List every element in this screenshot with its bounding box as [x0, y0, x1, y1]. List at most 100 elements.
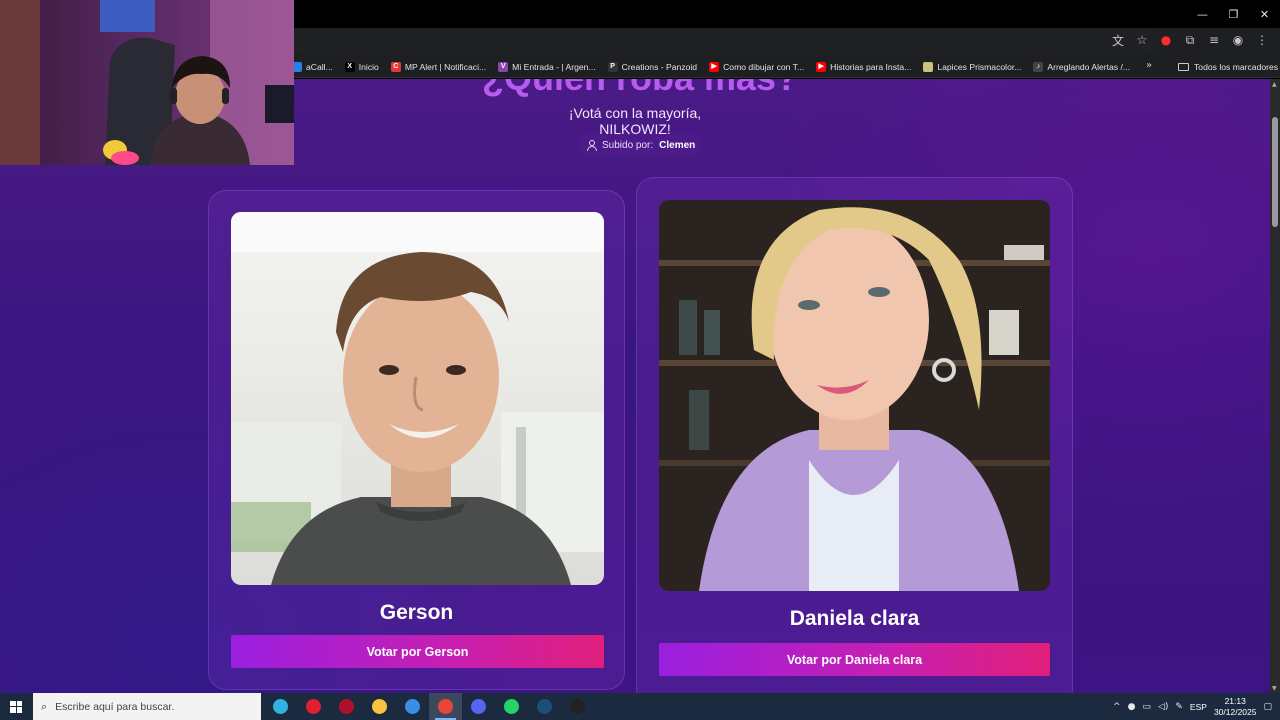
file-explorer-icon — [372, 699, 387, 714]
bookmark-star-icon[interactable]: ☆ — [1134, 32, 1150, 48]
bookmark-label: Lapices Prismacolor... — [937, 62, 1022, 72]
web-page: ¿Quién roba más? ¡Votá con la mayoría, N… — [0, 79, 1280, 693]
bookmark-item[interactable]: P Creations - Panzoid — [607, 62, 698, 72]
pen-icon[interactable]: ✎ — [1175, 702, 1183, 712]
bookmark-item[interactable]: V Mi Entrada - | Argen... — [498, 62, 596, 72]
candidate-name: Daniela clara — [789, 607, 920, 630]
opera-extension-icon[interactable]: ● — [1158, 32, 1174, 48]
scroll-up-arrow-icon[interactable]: ▲ — [1272, 81, 1277, 88]
address-bar[interactable] — [290, 30, 1160, 54]
taskbar-app-opera-gx[interactable] — [297, 693, 330, 720]
microphone-icon[interactable]: ● — [1128, 702, 1136, 712]
steam-icon — [537, 699, 552, 714]
taskbar-app-microsoft-store[interactable] — [396, 693, 429, 720]
windows-taskbar: ⌕ Escribe aquí para buscar. ^ ● ▭ ◁) ✎ E… — [0, 693, 1280, 720]
system-tray: ^ ● ▭ ◁) ✎ ESP 21:13 30/12/2025 ▢ — [1113, 693, 1280, 720]
close-button[interactable]: ✕ — [1249, 0, 1280, 28]
media-controls-icon[interactable]: ≡ — [1206, 32, 1222, 48]
taskbar-app-chrome[interactable] — [429, 693, 462, 720]
notifications-icon[interactable]: ▢ — [1263, 702, 1272, 712]
opera-icon — [339, 699, 354, 714]
edge-icon — [273, 699, 288, 714]
bookmark-item[interactable]: ▶ Como dibujar con T... — [709, 62, 804, 72]
taskbar-app-steam[interactable] — [528, 693, 561, 720]
chrome-icon — [438, 699, 453, 714]
profile-icon[interactable]: ◉ — [1230, 32, 1246, 48]
clock-date: 30/12/2025 — [1213, 706, 1257, 717]
window-controls: — ❐ ✕ — [1187, 0, 1280, 28]
bookmark-item[interactable]: C MP Alert | Notificaci... — [390, 62, 487, 72]
bookmark-label: Inicio — [358, 62, 379, 72]
opera-gx-icon — [306, 699, 321, 714]
bookmark-item[interactable]: aCall... — [292, 62, 333, 72]
restore-button[interactable]: ❐ — [1218, 0, 1249, 28]
candidate-photo-gerson[interactable] — [231, 212, 604, 585]
bookmark-item[interactable]: Lapices Prismacolor... — [923, 62, 1021, 72]
search-icon: ⌕ — [41, 699, 48, 713]
network-icon[interactable]: ▭ — [1142, 702, 1151, 712]
page-scrollbar[interactable]: ▲ ▼ — [1270, 79, 1280, 693]
minimize-button[interactable]: — — [1187, 0, 1218, 28]
toolbar-icons: 文 ☆ ● ⧉ ≡ ◉ ⋮ — [1110, 32, 1270, 48]
search-placeholder: Escribe aquí para buscar. — [55, 700, 175, 713]
scroll-down-arrow-icon[interactable]: ▼ — [1272, 685, 1277, 692]
bookmark-item[interactable]: X Inicio — [344, 62, 379, 72]
clock-time: 21:13 — [1224, 695, 1246, 706]
bookmark-label: MP Alert | Notificaci... — [404, 62, 487, 72]
taskbar-app-edge[interactable] — [264, 693, 297, 720]
uploader-badge: Subido por: Clemen — [578, 134, 704, 156]
bookmark-label: aCall... — [306, 62, 333, 72]
bookmark-label: Como dibujar con T... — [723, 62, 805, 72]
bookmark-favicon-icon: ▶ — [709, 62, 720, 72]
volume-icon[interactable]: ◁) — [1158, 702, 1168, 712]
candidate-photo-daniela-clara[interactable] — [659, 200, 1050, 591]
all-bookmarks-button[interactable]: Todos los marcadores — [1178, 56, 1278, 78]
bookmark-favicon-icon: ▶ — [816, 62, 827, 72]
bookmark-label: Historias para Insta... — [830, 62, 912, 72]
microsoft-store-icon — [405, 699, 420, 714]
vote-daniela-clara-button[interactable]: Votar por Daniela clara — [659, 643, 1050, 676]
bookmark-favicon-icon: P — [607, 62, 618, 72]
obs-icon — [570, 699, 585, 714]
vote-gerson-button[interactable]: Votar por Gerson — [231, 635, 604, 668]
taskbar-app-obs[interactable] — [561, 693, 594, 720]
screen: — ❐ ✕ 文 ☆ ● ⧉ ≡ ◉ ⋮ aCall... X Inicio C MP A… — [0, 0, 1280, 720]
all-bookmarks-label: Todos los marcadores — [1194, 62, 1279, 72]
streamer-webcam-overlay — [0, 0, 294, 165]
bookmark-favicon-icon — [923, 62, 934, 72]
bookmarks-list: aCall... X Inicio C MP Alert | Notificaci...… — [292, 56, 1142, 78]
uploaded-by-name: Clemen — [659, 139, 696, 151]
bookmark-favicon-icon: X — [344, 62, 355, 72]
taskbar-search[interactable]: ⌕ Escribe aquí para buscar. — [33, 693, 261, 720]
bookmark-label: Creations - Panzoid — [621, 62, 698, 72]
menu-kebab-icon[interactable]: ⋮ — [1254, 32, 1270, 48]
candidate-card-gerson: Gerson Votar por Gerson — [208, 190, 625, 690]
extensions-icon[interactable]: ⧉ — [1182, 32, 1198, 48]
pinned-apps — [264, 693, 594, 720]
taskbar-app-whatsapp[interactable] — [495, 693, 528, 720]
bookmark-favicon-icon: ♪ — [1033, 62, 1044, 72]
tray-overflow-chevron-icon[interactable]: ^ — [1113, 702, 1121, 712]
candidate-name: Gerson — [379, 601, 454, 624]
translate-icon[interactable]: 文 — [1110, 32, 1126, 48]
taskbar-clock[interactable]: 21:13 30/12/2025 — [1214, 696, 1257, 718]
page-title: ¿Quién roba más? — [470, 79, 810, 99]
more-bookmarks-chevron-icon[interactable]: » — [1146, 60, 1152, 71]
candidate-card-daniela-clara: Daniela clara Votar por Daniela clara — [636, 177, 1073, 693]
taskbar-app-opera[interactable] — [330, 693, 363, 720]
bookmark-label: Arreglando Alertas /... — [1047, 62, 1131, 72]
bookmark-item[interactable]: ♪ Arreglando Alertas /... — [1033, 62, 1130, 72]
start-button[interactable] — [0, 693, 32, 720]
folder-icon — [1178, 63, 1189, 71]
windows-logo-icon — [10, 700, 22, 713]
taskbar-app-discord[interactable] — [462, 693, 495, 720]
bookmark-favicon-icon: V — [498, 62, 509, 72]
language-indicator[interactable]: ESP — [1190, 702, 1207, 712]
bookmark-label: Mi Entrada - | Argen... — [512, 62, 596, 72]
taskbar-app-file-explorer[interactable] — [363, 693, 396, 720]
uploaded-by-label: Subido por: — [602, 139, 654, 151]
page-subtitle: ¡Votá con la mayoría, NILKOWIZ! — [568, 105, 702, 137]
bookmark-item[interactable]: ▶ Historias para Insta... — [816, 62, 911, 72]
user-icon — [586, 140, 597, 151]
scroll-thumb[interactable] — [1272, 117, 1278, 227]
